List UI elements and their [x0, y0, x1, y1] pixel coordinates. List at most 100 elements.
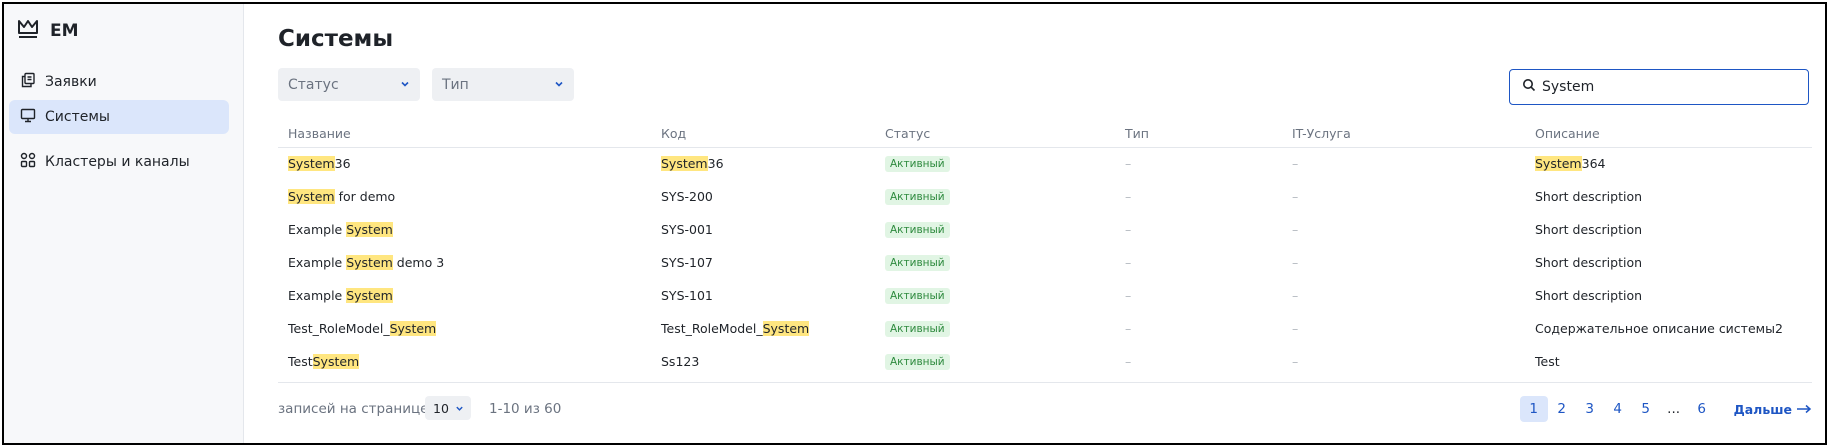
chevron-down-icon — [449, 401, 464, 416]
cell-code: System36 — [661, 156, 724, 171]
systems-table: Название Код Статус Тип IT-Услуга Описан… — [278, 120, 1812, 383]
sidebar-item-label: Заявки — [45, 74, 97, 90]
cell-type: – — [1125, 189, 1132, 204]
search-highlight: System — [346, 288, 393, 303]
search-input[interactable] — [1542, 79, 1802, 95]
search-icon — [1522, 78, 1542, 96]
column-header-type[interactable]: Тип — [1125, 126, 1149, 141]
cell-code-text: SYS-101 — [661, 288, 713, 303]
cell-description-text: Short description — [1535, 222, 1643, 237]
cell-code-text: SYS-001 — [661, 222, 713, 237]
per-page-value: 10 — [433, 400, 449, 416]
cell-description-text: Short description — [1535, 288, 1643, 303]
table-body: System36 System36 Активный – – System364 Syste… — [278, 148, 1812, 379]
table-row[interactable]: System36 System36 Активный – – System364 — [278, 148, 1812, 181]
search-highlight: System — [1535, 156, 1582, 171]
cell-it-service: – — [1292, 222, 1299, 237]
cell-name: TestSystem — [288, 354, 360, 369]
search-highlight: System — [762, 321, 810, 336]
cell-code: Ss123 — [661, 354, 699, 369]
cell-code: SYS-001 — [661, 222, 713, 237]
per-page-label: записей на странице — [278, 401, 429, 417]
table-row[interactable]: Example System demo 3 SYS-107 Активный – – Sh… — [278, 247, 1812, 280]
crown-icon — [16, 17, 40, 45]
page-5-button[interactable]: 5 — [1632, 396, 1660, 422]
cell-name-text: Example — [288, 222, 347, 237]
next-page-label: Дальше — [1733, 401, 1792, 417]
column-header-status[interactable]: Статус — [885, 126, 930, 141]
cell-type: – — [1125, 156, 1132, 171]
main-content: Системы Статус Тип Название — [244, 4, 1825, 443]
sidebar-item-label: Кластеры и каналы — [45, 154, 190, 170]
status-filter[interactable]: Статус — [278, 68, 420, 101]
table-row[interactable]: Example System SYS-101 Активный – – Short des… — [278, 280, 1812, 313]
status-badge: Активный — [885, 156, 950, 172]
cell-it-service: – — [1292, 354, 1299, 369]
cell-name: Example System — [288, 222, 393, 237]
cell-name-text: Test — [288, 354, 313, 369]
page-4-button[interactable]: 4 — [1604, 396, 1632, 422]
page-1-button[interactable]: 1 — [1519, 396, 1548, 422]
cell-code: SYS-107 — [661, 255, 713, 270]
cell-description: Test — [1535, 354, 1560, 369]
cell-description-text: Содержательное описание системы2 — [1535, 321, 1783, 336]
cell-name: Test_RoleModel_System — [288, 321, 437, 336]
status-badge: Активный — [885, 189, 950, 205]
search-highlight: System — [346, 255, 393, 270]
page-title: Системы — [278, 26, 394, 52]
status-filter-placeholder: Статус — [288, 76, 339, 93]
type-filter[interactable]: Тип — [432, 68, 574, 101]
search-highlight: System — [288, 189, 335, 204]
table-row[interactable]: System for demo SYS-200 Активный – – Short de… — [278, 181, 1812, 214]
sidebar-item-systems[interactable]: Системы — [9, 100, 229, 134]
cell-name-text: Test_RoleModel_ — [288, 321, 390, 336]
cell-description: Short description — [1535, 288, 1642, 303]
records-range: 1-10 из 60 — [489, 401, 562, 417]
column-header-description[interactable]: Описание — [1535, 126, 1600, 141]
search-box[interactable] — [1509, 69, 1809, 105]
cell-description-text: Test — [1535, 354, 1560, 369]
cell-it-service: – — [1292, 255, 1299, 270]
sidebar-item-clusters[interactable]: Кластеры и каналы — [9, 142, 229, 182]
table-row[interactable]: Example System SYS-001 Активный – – Short des… — [278, 214, 1812, 247]
cell-name-text: demo 3 — [392, 255, 445, 270]
column-header-it-service[interactable]: IT-Услуга — [1292, 126, 1351, 141]
status-badge: Активный — [885, 222, 950, 238]
brand[interactable]: EM — [16, 18, 79, 44]
column-header-name[interactable]: Название — [288, 126, 351, 141]
table-row[interactable]: TestSystem Ss123 Активный – – Test — [278, 346, 1812, 379]
chevron-down-icon — [400, 77, 410, 93]
cell-it-service: – — [1292, 321, 1299, 336]
cell-type: – — [1125, 288, 1132, 303]
column-header-code[interactable]: Код — [661, 126, 686, 141]
app-window: EM Заявки Системы Кластеры и каналы Сист… — [2, 2, 1827, 445]
search-highlight: System — [661, 156, 708, 171]
cell-name-text: Example — [288, 255, 347, 270]
table-row[interactable]: Test_RoleModel_System Test_RoleModel_Syst… — [278, 313, 1812, 346]
cell-name: System for demo — [288, 189, 395, 204]
search-highlight: System — [389, 321, 437, 336]
cell-name-text: for demo — [334, 189, 396, 204]
cell-description-text: Short description — [1535, 189, 1643, 204]
next-page-button[interactable]: Дальше — [1734, 402, 1812, 417]
cell-code: SYS-101 — [661, 288, 713, 303]
page-2-button[interactable]: 2 — [1548, 396, 1576, 422]
table-header: Название Код Статус Тип IT-Услуга Описан… — [278, 120, 1812, 148]
cell-it-service: – — [1292, 156, 1299, 171]
page-3-button[interactable]: 3 — [1576, 396, 1604, 422]
status-badge: Активный — [885, 255, 950, 271]
cell-name: System36 — [288, 156, 351, 171]
per-page-select[interactable]: 10 — [425, 396, 471, 420]
cell-code: Test_RoleModel_System — [661, 321, 810, 336]
sidebar-item-label: Системы — [45, 109, 110, 125]
copy-icon — [20, 72, 45, 92]
status-badge: Активный — [885, 288, 950, 304]
status-badge: Активный — [885, 354, 950, 370]
cell-name-text: Example — [288, 288, 347, 303]
cell-description-text: Short description — [1535, 255, 1643, 270]
chevron-down-icon — [554, 77, 564, 93]
page-6-button[interactable]: 6 — [1688, 396, 1716, 422]
sidebar: EM Заявки Системы Кластеры и каналы — [4, 4, 244, 443]
cell-description: System364 — [1535, 156, 1605, 171]
sidebar-item-requests[interactable]: Заявки — [9, 62, 229, 102]
